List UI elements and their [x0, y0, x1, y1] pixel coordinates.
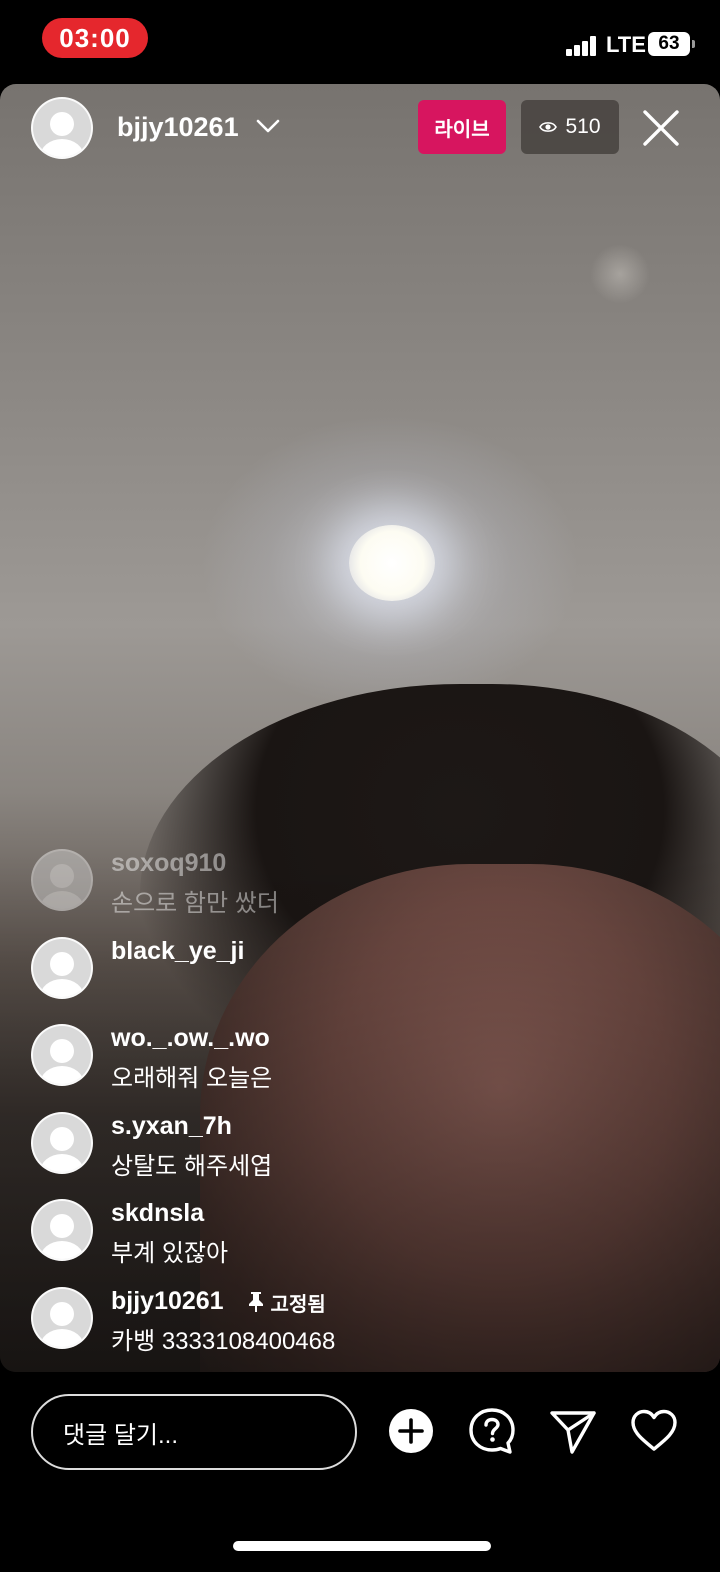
close-icon[interactable] [641, 108, 681, 148]
viewer-count: 510 [565, 115, 601, 138]
comment-text: 손으로 함만 쌌더 [111, 890, 279, 917]
comment-username[interactable]: black_ye_ji [111, 937, 244, 966]
chevron-down-icon[interactable] [256, 114, 280, 138]
status-time: 03:00 [42, 18, 148, 58]
pin-icon [248, 1292, 263, 1313]
comment-username-row: bjjy10261 고정됨 [111, 1287, 326, 1317]
heart-icon[interactable] [629, 1406, 679, 1456]
comment-avatar[interactable] [31, 1287, 93, 1349]
home-indicator[interactable] [233, 1541, 491, 1551]
comment-username[interactable]: bjjy10261 [111, 1287, 224, 1315]
comment-item: s.yxan_7h 상탈도 해주세엽 [31, 1108, 691, 1180]
comment-text: 오래해줘 오늘은 [111, 1065, 273, 1092]
comment-avatar[interactable] [31, 1112, 93, 1174]
viewer-count-badge[interactable]: 510 [521, 100, 619, 154]
comment-text: 부계 있잖아 [111, 1240, 229, 1267]
comment-avatar[interactable] [31, 849, 93, 911]
live-video[interactable] [0, 84, 720, 1372]
eye-icon [539, 122, 558, 132]
ceiling-light [349, 525, 435, 601]
comment-item: skdnsla 부계 있잖아 [31, 1195, 691, 1267]
status-bar: 03:00 LTE 63 [0, 0, 720, 84]
comment-item: soxoq910 손으로 함만 쌌더 [31, 845, 691, 917]
comment-username[interactable]: soxoq910 [111, 849, 226, 878]
comment-item: wo._.ow._.wo 오래해줘 오늘은 [31, 1020, 691, 1092]
comment-username[interactable]: wo._.ow._.wo [111, 1024, 270, 1053]
comment-avatar[interactable] [31, 1024, 93, 1086]
comment-text: 상탈도 해주세엽 [111, 1153, 273, 1180]
pinned-label: 고정됨 [270, 1293, 326, 1316]
battery-icon: 63 [648, 32, 695, 56]
comment-item-pinned: bjjy10261 고정됨 카뱅 3333108400468 [31, 1283, 691, 1355]
question-icon[interactable] [467, 1406, 517, 1456]
live-badge: 라이브 [418, 100, 506, 154]
comment-avatar[interactable] [31, 937, 93, 999]
host-username[interactable]: bjjy10261 [117, 112, 239, 143]
comment-item: black_ye_ji [31, 933, 691, 1003]
add-icon[interactable] [386, 1406, 436, 1456]
host-avatar[interactable] [31, 97, 93, 159]
ceiling-light-reflection [590, 244, 650, 304]
comment-avatar[interactable] [31, 1199, 93, 1261]
comment-username[interactable]: skdnsla [111, 1199, 204, 1228]
comment-input[interactable]: 댓글 달기... [31, 1394, 357, 1470]
comment-text: 카뱅 3333108400468 [111, 1328, 336, 1355]
network-type: LTE [606, 32, 646, 57]
live-header: bjjy10261 라이브 510 [0, 84, 720, 174]
comment-username[interactable]: s.yxan_7h [111, 1112, 232, 1141]
pinned-label-wrap: 고정됨 [247, 1288, 326, 1317]
send-icon[interactable] [548, 1406, 598, 1456]
signal-icon [566, 36, 598, 56]
